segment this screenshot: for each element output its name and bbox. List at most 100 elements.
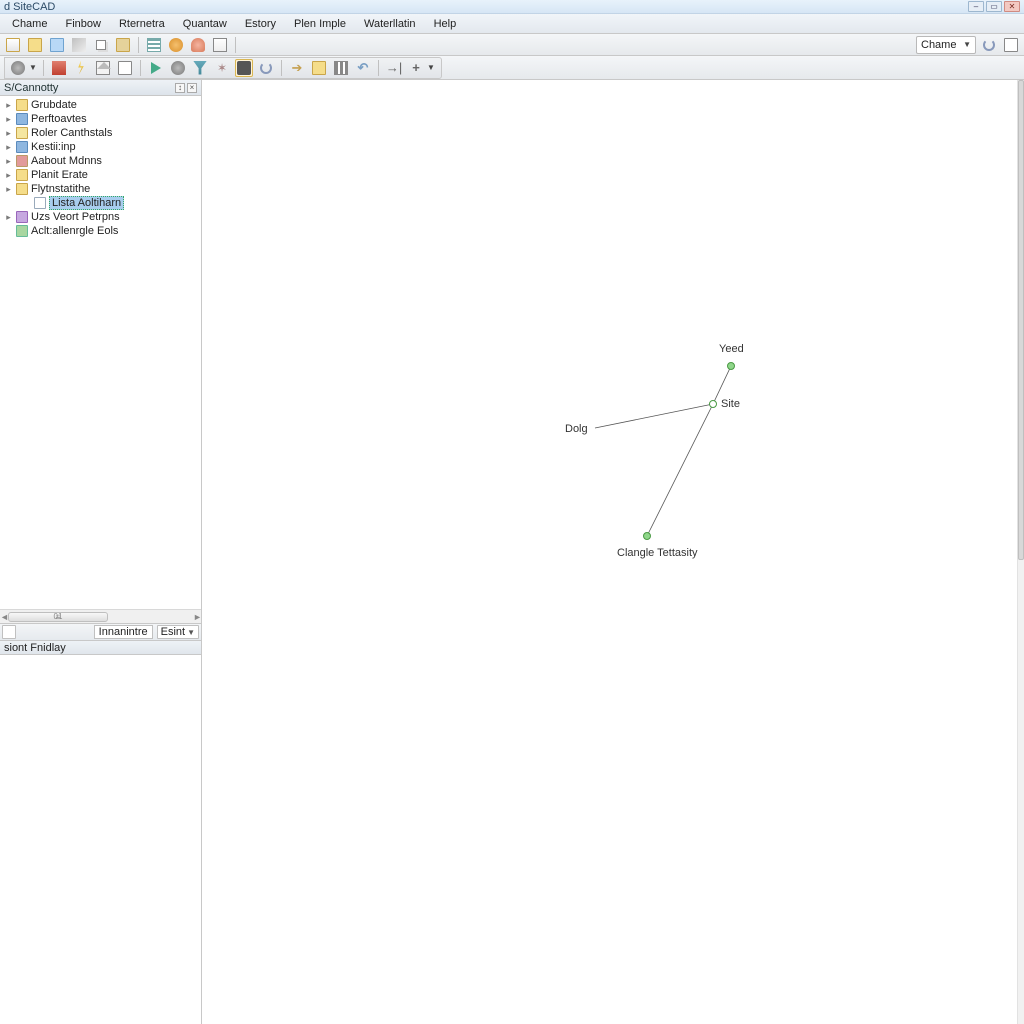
tree-node-label: Planit Erate <box>31 169 88 181</box>
tree-node[interactable]: ▸ Roler Canthstals <box>0 126 201 140</box>
tree-node[interactable]: ▸ Planit Erate <box>0 168 201 182</box>
scroll-thumb[interactable]: 01 <box>8 612 108 622</box>
menu-help[interactable]: Help <box>426 16 465 32</box>
save-button[interactable] <box>48 36 66 54</box>
tree-node[interactable]: Aclt:allenrgle Eols <box>0 224 201 238</box>
tree-node-icon <box>34 197 46 209</box>
menu-quantaw[interactable]: Quantaw <box>175 16 235 32</box>
chevron-down-icon[interactable]: ▼ <box>427 63 435 72</box>
prop-edit-button[interactable]: Esint ▼ <box>157 625 199 639</box>
mail-icon <box>96 61 110 75</box>
tree-node-icon <box>16 211 28 223</box>
flag-button[interactable] <box>50 59 68 77</box>
close-button[interactable]: ✕ <box>1004 1 1020 12</box>
list-button[interactable] <box>211 36 229 54</box>
graph-node[interactable] <box>710 401 717 408</box>
graph: YeedSiteClangle TettasityDolg <box>202 80 1024 1024</box>
expand-icon[interactable]: ▸ <box>4 143 13 152</box>
person-button[interactable] <box>189 36 207 54</box>
menu-plen-imple[interactable]: Plen Imple <box>286 16 354 32</box>
chevron-down-icon[interactable]: ▼ <box>29 63 37 72</box>
paste-icon <box>116 38 130 52</box>
gear-icon <box>171 61 185 75</box>
expand-icon[interactable]: ▸ <box>4 129 13 138</box>
expand-icon[interactable]: ▸ <box>4 115 13 124</box>
copy-button[interactable] <box>92 36 110 54</box>
maximize-button[interactable]: ▭ <box>986 1 1002 12</box>
expand-icon[interactable]: ▸ <box>4 171 13 180</box>
play-button[interactable] <box>147 59 165 77</box>
tree-node[interactable]: ▸Flytnstatithe <box>0 182 201 196</box>
doc-button[interactable] <box>116 59 134 77</box>
tree-node[interactable]: Lista Aoltiharn <box>0 196 201 210</box>
folder-button[interactable] <box>310 59 328 77</box>
add-button[interactable]: + <box>407 59 425 77</box>
panel-pin-button[interactable]: ↕ <box>175 83 185 93</box>
import-button[interactable]: →| <box>385 59 403 77</box>
expand-icon[interactable]: ▸ <box>4 101 13 110</box>
sidebar-title: S/Cannotty <box>4 82 58 94</box>
mode-button-active[interactable] <box>235 59 253 77</box>
panel-close-button[interactable]: × <box>187 83 197 93</box>
expand-icon[interactable] <box>4 227 13 236</box>
toolbar-separator <box>281 60 282 76</box>
tree-node-icon <box>16 225 28 237</box>
expand-icon[interactable]: ▸ <box>4 213 13 222</box>
tree-node[interactable]: ▸Grubdate <box>0 98 201 112</box>
toolbar-1: Chame ▼ <box>0 34 1024 56</box>
prop-name-field[interactable]: Innanintre <box>94 625 153 639</box>
bolt-button[interactable] <box>72 59 90 77</box>
link-button[interactable] <box>167 36 185 54</box>
tree-node[interactable]: ▸Aabout Mdnns <box>0 154 201 168</box>
extra-button[interactable] <box>1002 36 1020 54</box>
toolbar-separator <box>140 60 141 76</box>
filter-button[interactable] <box>191 59 209 77</box>
paste-button[interactable] <box>114 36 132 54</box>
menu-rternetra[interactable]: Rternetra <box>111 16 173 32</box>
tree-node-label: Roler Canthstals <box>31 127 112 139</box>
link-icon <box>169 38 183 52</box>
tree-node[interactable]: ▸Uzs Veort Petrpns <box>0 210 201 224</box>
property-subheader: siont Fnidlay <box>0 641 201 655</box>
gear2-button[interactable] <box>169 59 187 77</box>
scroll-left-icon[interactable]: ◄ <box>0 612 8 622</box>
title-bar: d SiteCAD – ▭ ✕ <box>0 0 1024 14</box>
main: S/Cannotty ↕ × ▸Grubdate▸Perftoavtes▸Rol… <box>0 80 1024 1024</box>
settings-button[interactable] <box>9 59 27 77</box>
tree-hscroll[interactable]: ◄ 01 ► <box>0 609 201 623</box>
refresh-button[interactable] <box>980 36 998 54</box>
menu-waterllatin[interactable]: Waterllatin <box>356 16 424 32</box>
scroll-right-icon[interactable]: ► <box>193 612 201 622</box>
expand-icon[interactable]: ▸ <box>4 185 13 194</box>
tree-node[interactable]: ▸Kestii:inp <box>0 140 201 154</box>
grid-button[interactable] <box>145 36 163 54</box>
open-button[interactable] <box>26 36 44 54</box>
cut-button[interactable] <box>70 36 88 54</box>
star-button[interactable]: ✶ <box>213 59 231 77</box>
arrow-button[interactable]: ➔ <box>288 59 306 77</box>
tree-node-label: Aclt:allenrgle Eols <box>31 225 118 237</box>
new-button[interactable] <box>4 36 22 54</box>
mail-button[interactable] <box>94 59 112 77</box>
vscroll-thumb[interactable] <box>1018 80 1024 560</box>
graph-node[interactable] <box>728 363 735 370</box>
scroll-label: 01 <box>54 612 63 621</box>
prop-slot-1[interactable] <box>2 625 16 639</box>
minimize-button[interactable]: – <box>968 1 984 12</box>
arrow-icon: ➔ <box>292 60 303 76</box>
graph-node[interactable] <box>644 533 651 540</box>
canvas-vscroll[interactable] <box>1017 80 1024 1024</box>
controller-icon <box>237 61 251 75</box>
columns-button[interactable] <box>332 59 350 77</box>
expand-icon[interactable]: ▸ <box>4 157 13 166</box>
view-combo[interactable]: Chame ▼ <box>916 36 976 54</box>
graph-node-label: Clangle Tettasity <box>617 547 698 559</box>
undo-button[interactable]: ↶ <box>354 59 372 77</box>
menu-estory[interactable]: Estory <box>237 16 284 32</box>
menu-finbow[interactable]: Finbow <box>57 16 108 32</box>
menu-chame[interactable]: Chame <box>4 16 55 32</box>
tree-node[interactable]: ▸Perftoavtes <box>0 112 201 126</box>
toolbar-separator <box>235 37 236 53</box>
canvas[interactable]: YeedSiteClangle TettasityDolg <box>202 80 1024 1024</box>
rotate-button[interactable] <box>257 59 275 77</box>
